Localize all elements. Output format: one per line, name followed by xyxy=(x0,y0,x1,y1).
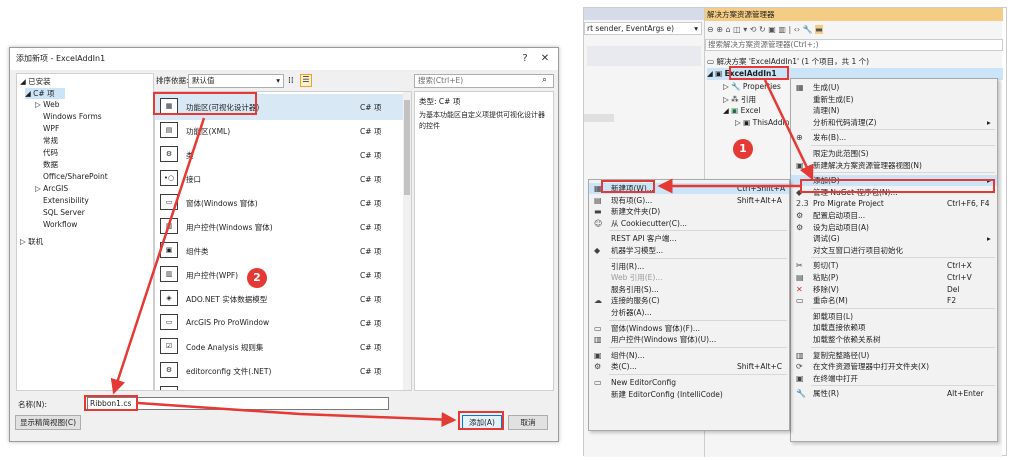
annotation-arrows xyxy=(110,79,814,428)
arrow-name-to-add xyxy=(137,401,457,428)
arrow-project-to-add xyxy=(763,79,814,181)
arrow-item-to-name xyxy=(110,117,206,395)
